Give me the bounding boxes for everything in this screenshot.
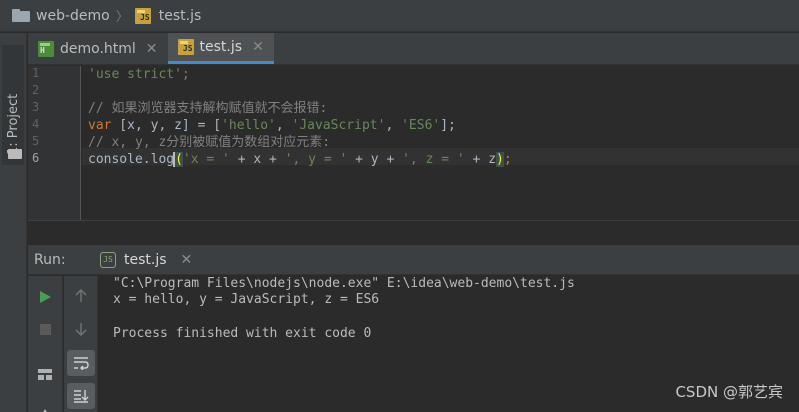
close-icon[interactable]: ✕ — [252, 39, 264, 55]
matched-bracket: ) — [496, 152, 504, 167]
line-number: 1 — [32, 66, 40, 80]
code-line-4: var [x, y, z] = ['hello', 'JavaScript', … — [88, 118, 456, 133]
html-file-icon: H — [38, 40, 54, 57]
pin-button[interactable] — [31, 400, 59, 412]
rerun-button[interactable] — [31, 284, 59, 310]
soft-wrap-button[interactable] — [67, 350, 95, 376]
tab-demo-html[interactable]: H demo.html ✕ — [28, 33, 168, 64]
play-icon — [40, 291, 51, 303]
scroll-to-end-button[interactable] — [67, 383, 95, 409]
code-editor[interactable]: 'use strict'; // 如果浏览器支持解构赋值就不会报错: var [… — [82, 66, 799, 220]
run-label: Run: — [34, 251, 66, 268]
arrow-up-icon — [75, 289, 87, 302]
line-number: 6 — [32, 151, 40, 165]
console-line: Process finished with exit code 0 — [113, 326, 372, 341]
soft-wrap-icon — [74, 357, 89, 370]
code-line-6: console.log('x = ' + x + ', y = ' + y + … — [88, 152, 512, 167]
tab-label: demo.html — [60, 40, 136, 57]
project-folder-icon — [8, 149, 22, 159]
code-line-5: // x, y, z分别被赋值为数组对应元素: — [88, 135, 331, 150]
arrow-down-icon — [75, 323, 87, 336]
run-tab-test-js[interactable]: JS test.js ✕ — [90, 245, 202, 275]
close-icon[interactable]: ✕ — [146, 41, 158, 57]
breadcrumb: web-demo 〉 JS test.js — [0, 0, 799, 32]
line-number-gutter: 1 2 3 4 5 6 — [28, 66, 81, 220]
line-number: 2 — [32, 83, 40, 97]
layout-button[interactable] — [31, 361, 59, 387]
breadcrumb-separator-icon: 〉 — [115, 10, 129, 25]
panel-splitter[interactable] — [28, 220, 799, 245]
run-panel-header: Run: JS test.js ✕ — [28, 245, 799, 275]
run-toolbar — [28, 276, 63, 412]
code-line-1: 'use strict'; — [88, 67, 190, 82]
line-number: 3 — [32, 100, 40, 114]
code-line-3: // 如果浏览器支持解构赋值就不会报错: — [88, 101, 328, 116]
watermark: CSDN @郭艺宾 — [675, 383, 783, 401]
scroll-up-button[interactable] — [67, 283, 95, 309]
project-tool-button[interactable]: 1: Project — [2, 45, 24, 165]
stop-button[interactable] — [31, 316, 59, 342]
breadcrumb-file[interactable]: test.js — [159, 8, 202, 24]
js-file-icon: JS — [134, 7, 151, 24]
js-file-icon: JS — [177, 39, 194, 55]
line-number: 5 — [32, 134, 40, 148]
line-number: 4 — [32, 117, 40, 131]
editor-tab-bar: H demo.html ✕ JS test.js ✕ — [28, 33, 799, 65]
layout-icon — [38, 369, 52, 380]
close-icon[interactable]: ✕ — [181, 252, 193, 268]
console-line: x = hello, y = JavaScript, z = ES6 — [113, 292, 380, 307]
stop-icon — [40, 324, 51, 335]
scroll-down-button[interactable] — [67, 316, 95, 342]
nodejs-icon: JS — [100, 251, 116, 268]
run-tab-label: test.js — [124, 251, 167, 268]
run-toolbar-secondary — [64, 276, 98, 412]
project-tool-label: 1: Project — [6, 93, 21, 155]
pin-icon — [43, 409, 47, 412]
tab-test-js[interactable]: JS test.js ✕ — [167, 33, 274, 64]
breadcrumb-project[interactable]: web-demo — [36, 8, 110, 24]
matched-bracket: ( — [175, 152, 183, 167]
left-tool-strip: 1: Project — [0, 33, 27, 412]
console-line: "C:\Program Files\nodejs\node.exe" E:\id… — [113, 276, 575, 291]
tab-label: test.js — [199, 39, 243, 55]
scroll-to-end-icon — [74, 390, 89, 403]
folder-icon — [12, 9, 30, 22]
